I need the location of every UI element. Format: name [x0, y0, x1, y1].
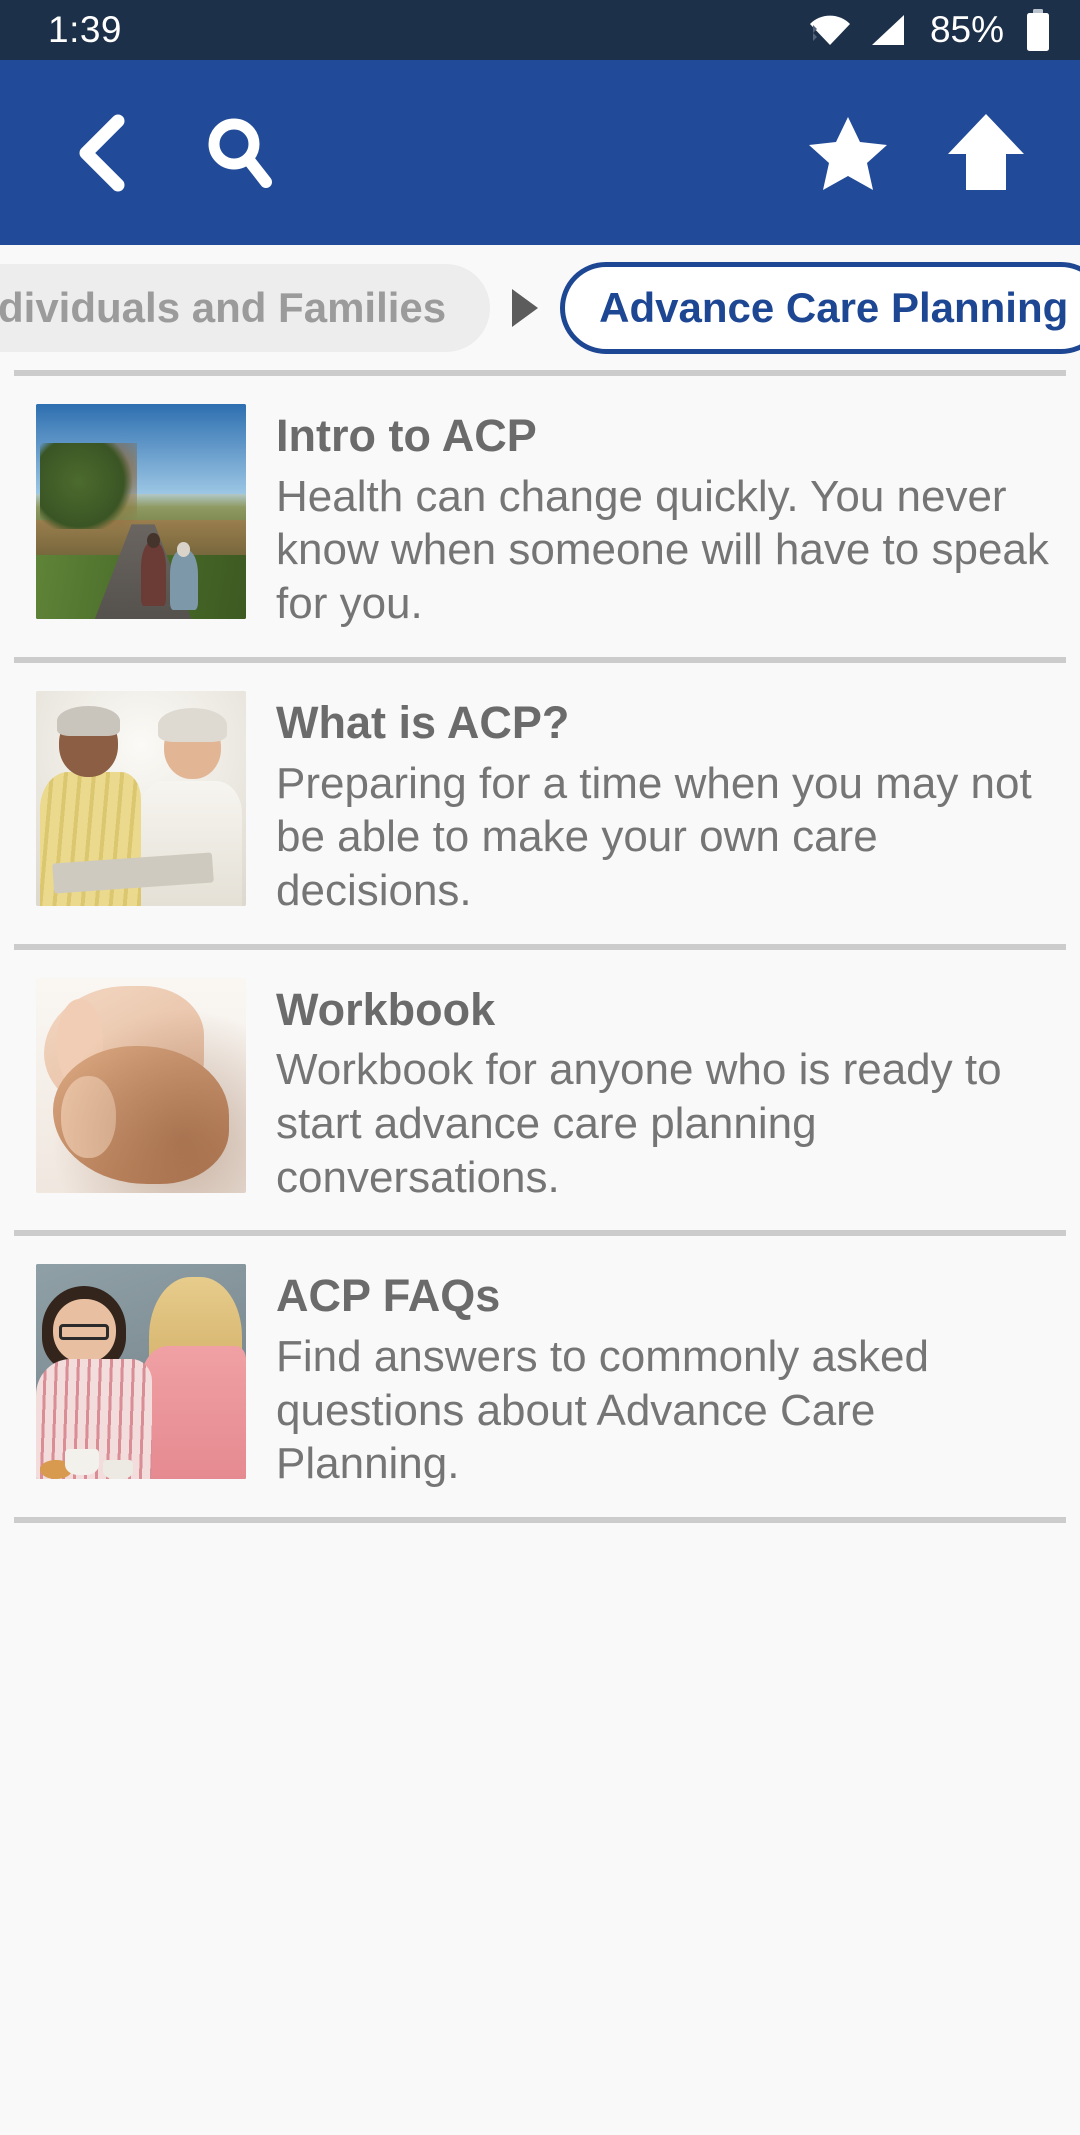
- list-item[interactable]: What is ACP? Preparing for a time when y…: [0, 662, 1080, 944]
- home-button[interactable]: [938, 105, 1034, 201]
- status-indicators: 85%: [808, 9, 1052, 51]
- list-item-title: ACP FAQs: [276, 1270, 501, 1322]
- back-button[interactable]: [54, 105, 150, 201]
- list-item-description: Workbook for anyone who is ready to star…: [276, 1045, 1002, 1202]
- favorite-button[interactable]: [800, 105, 896, 201]
- list-item-title: Intro to ACP: [276, 410, 537, 461]
- list-item-description: Health can change quickly. You never kno…: [276, 471, 1049, 629]
- list-item[interactable]: Workbook Workbook for anyone who is read…: [0, 949, 1080, 1231]
- wifi-icon: [808, 12, 852, 48]
- app-toolbar: [0, 60, 1080, 245]
- breadcrumb-item-current[interactable]: Advance Care Planning: [560, 261, 1080, 354]
- list-item-thumbnail: [36, 690, 246, 906]
- home-up-arrow-icon: [948, 113, 1024, 190]
- list-item-text: ACP FAQs Find answers to commonly asked …: [276, 1264, 1060, 1491]
- battery-percentage: 85%: [929, 9, 1004, 50]
- breadcrumb: dividuals and Families Advance Care Plan…: [0, 245, 1080, 370]
- list-item-text: What is ACP? Preparing for a time when y…: [276, 691, 1060, 918]
- list-item-description: Find answers to commonly asked questions…: [276, 1332, 929, 1489]
- list-item[interactable]: ACP FAQs Find answers to commonly asked …: [0, 1236, 1080, 1518]
- search-icon: [208, 118, 272, 188]
- list-item-title: Workbook: [276, 983, 496, 1035]
- breadcrumb-item-parent[interactable]: dividuals and Families: [0, 263, 491, 352]
- list-item-thumbnail: [36, 404, 246, 619]
- search-button[interactable]: [192, 105, 288, 201]
- status-time: 1:39: [48, 9, 123, 50]
- triangle-right-icon: [512, 288, 539, 327]
- list-item-title: What is ACP?: [276, 696, 570, 748]
- chevron-left-icon: [79, 114, 125, 191]
- list-item-thumbnail: [36, 977, 246, 1193]
- list-item-thumbnail: [36, 1264, 246, 1480]
- list-item-description: Preparing for a time when you may not be…: [276, 758, 1032, 915]
- list-item[interactable]: Intro to ACP Health can change quickly. …: [0, 376, 1080, 657]
- battery-icon: [1024, 9, 1052, 51]
- cellular-signal-icon: [868, 12, 908, 48]
- status-bar: 1:39 85%: [0, 0, 1080, 60]
- list-item-text: Intro to ACP Health can change quickly. …: [276, 404, 1060, 631]
- star-icon: [809, 116, 887, 190]
- list-item-text: Workbook Workbook for anyone who is read…: [276, 978, 1060, 1205]
- list-divider-bottom: [14, 1517, 1066, 1524]
